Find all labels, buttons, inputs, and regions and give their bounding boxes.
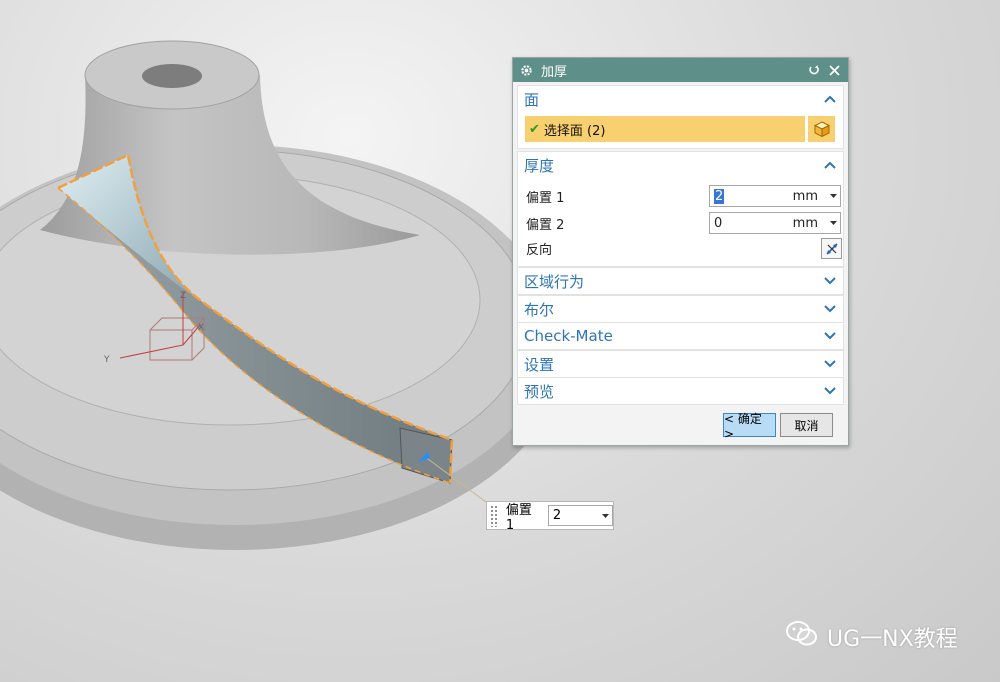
chevron-down-icon[interactable] xyxy=(823,304,837,314)
section-checkmate[interactable]: Check-Mate xyxy=(517,322,844,350)
reset-icon[interactable] xyxy=(806,62,822,78)
wechat-icon xyxy=(785,620,819,654)
offset2-unit: mm xyxy=(792,215,818,231)
close-icon[interactable] xyxy=(826,62,842,78)
onscreen-offset-label: 偏置 1 xyxy=(505,502,532,533)
reverse-direction-button[interactable] xyxy=(821,238,842,259)
chevron-down-icon[interactable] xyxy=(823,386,837,396)
thicken-dialog: 加厚 面 ✔ 选择面 (2) 厚度 偏置 1 2 mm 偏置 2 0 mm 反向… xyxy=(512,57,849,446)
select-face-button[interactable]: ✔ 选择面 (2) xyxy=(525,116,805,142)
offset1-value-text[interactable]: 2 xyxy=(714,188,725,204)
reverse-row: 反向 xyxy=(526,236,842,260)
offset2-field[interactable]: 0 mm xyxy=(709,212,841,234)
dropdown-arrow-icon[interactable] xyxy=(826,194,840,198)
section-face-title: 面 xyxy=(524,90,540,109)
offset1-field[interactable]: 2 mm xyxy=(709,185,841,207)
offset2-row: 偏置 2 0 mm xyxy=(526,211,841,235)
section-region[interactable]: 区域行为 xyxy=(517,267,844,295)
offset2-value[interactable]: 0 xyxy=(710,216,774,231)
face-selection-icon[interactable] xyxy=(808,116,835,142)
chevron-down-icon[interactable] xyxy=(823,276,837,286)
onscreen-offset-value[interactable]: 2 xyxy=(549,508,598,523)
offset1-row: 偏置 1 2 mm xyxy=(526,184,841,208)
section-face-header[interactable]: 面 xyxy=(518,86,843,112)
dialog-title: 加厚 xyxy=(541,64,568,80)
chevron-up-icon[interactable] xyxy=(823,160,837,170)
chevron-up-icon[interactable] xyxy=(823,94,837,104)
section-checkmate-header[interactable]: Check-Mate xyxy=(518,323,843,349)
select-face-label: 选择面 (2) xyxy=(543,123,606,139)
watermark: UG一NX教程 xyxy=(785,620,958,654)
axis-y-label: Y xyxy=(103,355,110,365)
dropdown-arrow-icon[interactable] xyxy=(826,221,840,225)
drag-grip-icon[interactable] xyxy=(490,504,498,527)
section-boolean[interactable]: 布尔 xyxy=(517,295,844,323)
chevron-down-icon[interactable] xyxy=(823,331,837,341)
section-settings-title: 设置 xyxy=(524,355,555,374)
section-region-title: 区域行为 xyxy=(524,272,585,291)
dropdown-arrow-icon[interactable] xyxy=(598,513,612,518)
watermark-text: UG一NX教程 xyxy=(827,627,958,652)
section-boolean-title: 布尔 xyxy=(524,300,555,319)
checkmark-icon: ✔ xyxy=(529,121,540,137)
section-thickness-header[interactable]: 厚度 xyxy=(518,152,843,178)
section-boolean-header[interactable]: 布尔 xyxy=(518,296,843,322)
reverse-direction-icon xyxy=(825,242,838,255)
onscreen-offset-input: 偏置 1 2 xyxy=(486,501,614,533)
dialog-titlebar[interactable]: 加厚 xyxy=(513,58,848,82)
offset2-label: 偏置 2 xyxy=(526,217,565,233)
reverse-label: 反向 xyxy=(526,242,553,258)
gear-icon xyxy=(519,63,533,77)
onscreen-offset-field[interactable]: 2 xyxy=(547,505,613,526)
section-settings[interactable]: 设置 xyxy=(517,350,844,378)
hub-cone xyxy=(40,40,420,255)
offset1-unit: mm xyxy=(792,188,818,204)
offset1-label: 偏置 1 xyxy=(526,190,565,206)
offset1-value[interactable]: 2 xyxy=(710,188,774,204)
section-face: 面 ✔ 选择面 (2) xyxy=(517,85,844,149)
chevron-down-icon[interactable] xyxy=(823,359,837,369)
section-preview-header[interactable]: 预览 xyxy=(518,378,843,404)
cancel-button[interactable]: 取消 xyxy=(780,413,833,437)
section-preview[interactable]: 预览 xyxy=(517,377,844,405)
axis-x-label: X xyxy=(198,323,204,333)
section-thickness-title: 厚度 xyxy=(524,156,555,175)
section-settings-header[interactable]: 设置 xyxy=(518,351,843,377)
section-preview-title: 预览 xyxy=(524,382,555,401)
section-region-header[interactable]: 区域行为 xyxy=(518,268,843,294)
axis-z-label: Z xyxy=(180,291,186,301)
ok-button[interactable]: < 确定 > xyxy=(723,412,776,441)
graphics-viewport[interactable]: Z Y X xyxy=(0,0,1000,682)
section-thickness: 厚度 偏置 1 2 mm 偏置 2 0 mm 反向 xyxy=(517,151,844,267)
section-checkmate-title: Check-Mate xyxy=(524,327,613,345)
